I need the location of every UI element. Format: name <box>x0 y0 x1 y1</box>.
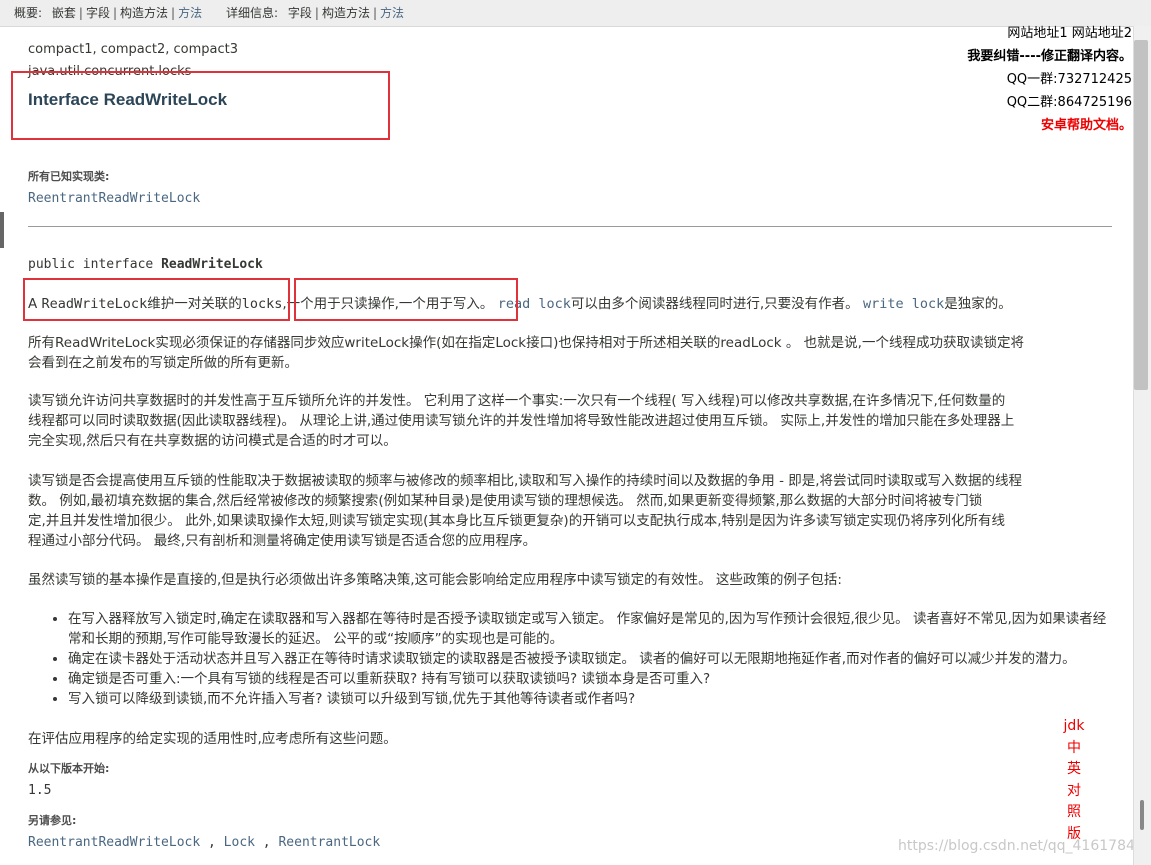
list-item: 写入锁可以降级到读锁,而不允许插入写者? 读锁可以升级到写锁,优先于其他等待读者… <box>68 689 1110 709</box>
profile-label: compact1, compact2, compact3 <box>28 42 239 57</box>
interface-signature: public interface ReadWriteLock <box>28 257 263 272</box>
highlight-box-1 <box>23 278 290 321</box>
summary-constructor: 构造方法 <box>120 6 169 20</box>
implementing-classes-label: 所有已知实现类: <box>28 170 110 183</box>
summary-method-link[interactable]: 方法 <box>178 6 202 20</box>
highlight-box-2 <box>294 278 518 321</box>
detail-method-link[interactable]: 方法 <box>380 6 404 20</box>
list-item: 确定在读卡器处于活动状态并且写入器正在等待时请求读取锁定的读取器是否被授予读取锁… <box>68 649 1110 669</box>
left-edge-marker <box>0 212 4 248</box>
see-also-link-reentrant-lock[interactable]: ReentrantLock <box>278 835 380 850</box>
description-paragraph-3: 读写锁允许访问共享数据时的并发性高于互斥锁所允许的并发性。 它利用了这样一个事实… <box>28 393 1015 449</box>
summary-field: 字段 <box>85 6 110 20</box>
scrollbar-grip <box>1140 800 1144 830</box>
policy-list: 在写入器释放写入锁定时,确定在读取器和写入器都在等待时是否授予读取锁定或写入锁定… <box>52 609 1110 709</box>
summary-label: 概要: <box>14 6 43 20</box>
highlight-box-title <box>11 71 390 140</box>
implementing-class-link[interactable]: ReentrantReadWriteLock <box>28 191 200 206</box>
report-error-link[interactable]: 我要纠错----修正翻译内容。 <box>967 45 1132 68</box>
description-paragraph-2: 所有ReadWriteLock实现必须保证的存储器同步效应writeLock操作… <box>28 335 1024 371</box>
detail-field: 字段 <box>287 6 312 20</box>
description-paragraph-4: 读写锁是否会提高使用互斥锁的性能取决于数据被读取的频率与被修改的频率相比,读取和… <box>28 473 1023 549</box>
divider <box>28 226 1112 227</box>
site-links[interactable]: 网站地址1 网站地址2 <box>967 22 1132 45</box>
summary-nested: 嵌套 <box>51 6 76 20</box>
description-paragraph-6: 在评估应用程序的给定实现的适用性时,应考虑所有这些问题。 <box>28 731 397 747</box>
scrollbar-thumb[interactable] <box>1134 40 1148 390</box>
android-docs-link[interactable]: 安卓帮助文档。 <box>967 114 1132 137</box>
see-also-links: ReentrantReadWriteLock , Lock , Reentran… <box>28 835 381 850</box>
summary-nav: 概要: 嵌套 | 字段 | 构造方法 | 方法 <box>14 6 203 20</box>
since-label: 从以下版本开始: <box>28 762 110 775</box>
list-item: 在写入器释放写入锁定时,确定在读取器和写入器都在等待时是否授予读取锁定或写入锁定… <box>68 609 1110 649</box>
detail-constructor: 构造方法 <box>321 6 370 20</box>
signature-name: ReadWriteLock <box>161 257 263 272</box>
detail-nav: 详细信息: 字段 | 构造方法 | 方法 <box>226 6 405 20</box>
qq-group-2: QQ二群:864725196 <box>1006 95 1132 110</box>
write-lock-link[interactable]: write lock <box>863 296 944 312</box>
since-value: 1.5 <box>28 783 52 798</box>
site-info-panel: 网站地址1 网站地址2 我要纠错----修正翻译内容。 QQ一群:7327124… <box>967 22 1132 137</box>
list-item: 确定锁是否可重入:一个具有写锁的线程是否可以重新获取? 持有写锁可以获取读锁吗?… <box>68 669 1110 689</box>
qq-group-1: QQ一群:732712425 <box>1006 72 1132 87</box>
see-also-label: 另请参见: <box>28 814 77 827</box>
watermark: https://blog.csdn.net/qq_41617848 <box>898 838 1144 854</box>
see-also-link-lock[interactable]: Lock <box>224 835 255 850</box>
see-also-link-reentrant-rw[interactable]: ReentrantReadWriteLock <box>28 835 200 850</box>
detail-label: 详细信息: <box>226 6 279 20</box>
jdk-bilingual-tag[interactable]: jdk 中 英 对 照 版 <box>1063 716 1085 845</box>
description-paragraph-5: 虽然读写锁的基本操作是直接的,但是执行必须做出许多策略决策,这可能会影响给定应用… <box>28 572 842 588</box>
